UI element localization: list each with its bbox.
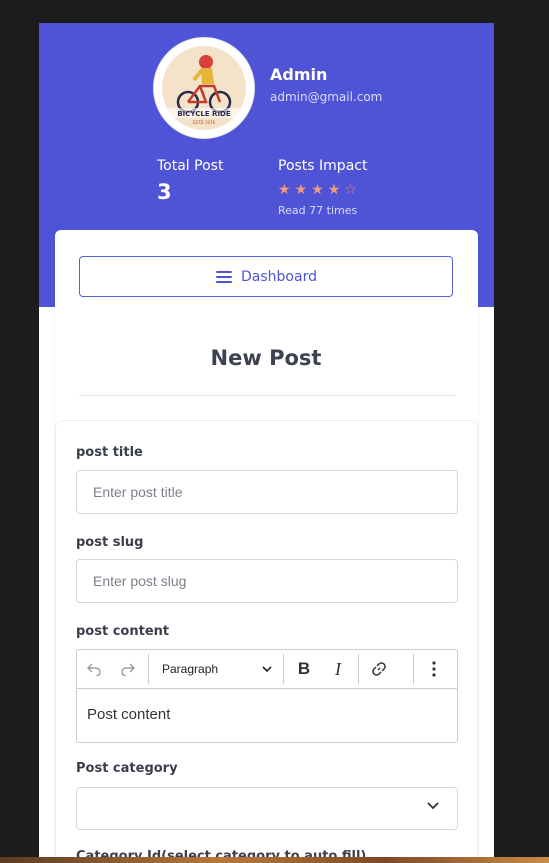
post-slug-label: post slug: [76, 535, 144, 550]
star-icon: ★: [294, 182, 308, 198]
reads-count: Read 77 times: [278, 204, 358, 217]
post-category-label: Post category: [76, 761, 178, 776]
bold-icon: B: [297, 659, 311, 678]
toolbar-divider: [413, 654, 414, 684]
star-icon: ★: [327, 182, 341, 198]
chevron-down-icon: [262, 665, 272, 672]
redo-button[interactable]: [111, 654, 145, 684]
post-category-select[interactable]: [76, 787, 458, 830]
avatar: BICYCLE RIDE ESTD 1976: [153, 37, 255, 139]
undo-icon: [86, 663, 101, 676]
post-title-label: post title: [76, 445, 143, 460]
menu-icon: [216, 270, 233, 283]
editor-placeholder: Post content: [87, 706, 171, 723]
star-icon: ★: [278, 182, 291, 198]
block-format-select[interactable]: Paragraph: [152, 662, 280, 676]
post-content-label: post content: [76, 624, 170, 639]
bicycle-logo-icon: BICYCLE RIDE ESTD 1976: [154, 38, 254, 138]
undo-button[interactable]: [77, 654, 111, 684]
avatar-subtext: ESTD 1976: [193, 120, 215, 125]
italic-button[interactable]: I: [321, 654, 355, 684]
editor-toolbar: Paragraph B I: [77, 650, 457, 689]
link-icon: [372, 662, 386, 676]
toolbar-divider: [283, 654, 284, 684]
app-frame: BICYCLE RIDE ESTD 1976 Admin admin@gmail…: [39, 23, 494, 863]
post-slug-input[interactable]: [76, 559, 458, 603]
chevron-down-icon: [427, 802, 439, 810]
star-outline-icon: ☆: [344, 182, 357, 198]
bottom-edge: [0, 857, 549, 863]
block-format-value: Paragraph: [162, 662, 219, 676]
title-divider: [79, 395, 455, 396]
toolbar-divider: [148, 654, 149, 684]
more-vertical-icon: [432, 661, 436, 677]
post-title-input[interactable]: [76, 470, 458, 514]
star-icon: ★: [311, 182, 324, 198]
total-post-label: Total Post: [157, 158, 224, 174]
rich-text-editor[interactable]: Paragraph B I Post content: [76, 649, 458, 743]
bold-button[interactable]: B: [287, 654, 321, 684]
italic-icon: I: [335, 658, 341, 679]
dashboard-button[interactable]: Dashboard: [79, 256, 453, 297]
link-button[interactable]: [362, 654, 396, 684]
dashboard-label: Dashboard: [241, 268, 317, 285]
profile-name: Admin: [270, 65, 328, 84]
more-options-button[interactable]: [417, 654, 451, 684]
avatar-text: BICYCLE RIDE: [177, 110, 231, 118]
total-post-value: 3: [157, 180, 172, 204]
profile-email: admin@gmail.com: [270, 90, 383, 104]
rating-stars: ★ ★ ★ ★ ☆: [278, 183, 357, 197]
posts-impact-label: Posts Impact: [278, 158, 368, 174]
redo-icon: [121, 663, 136, 676]
page-title: New Post: [210, 346, 322, 370]
toolbar-divider: [358, 654, 359, 684]
